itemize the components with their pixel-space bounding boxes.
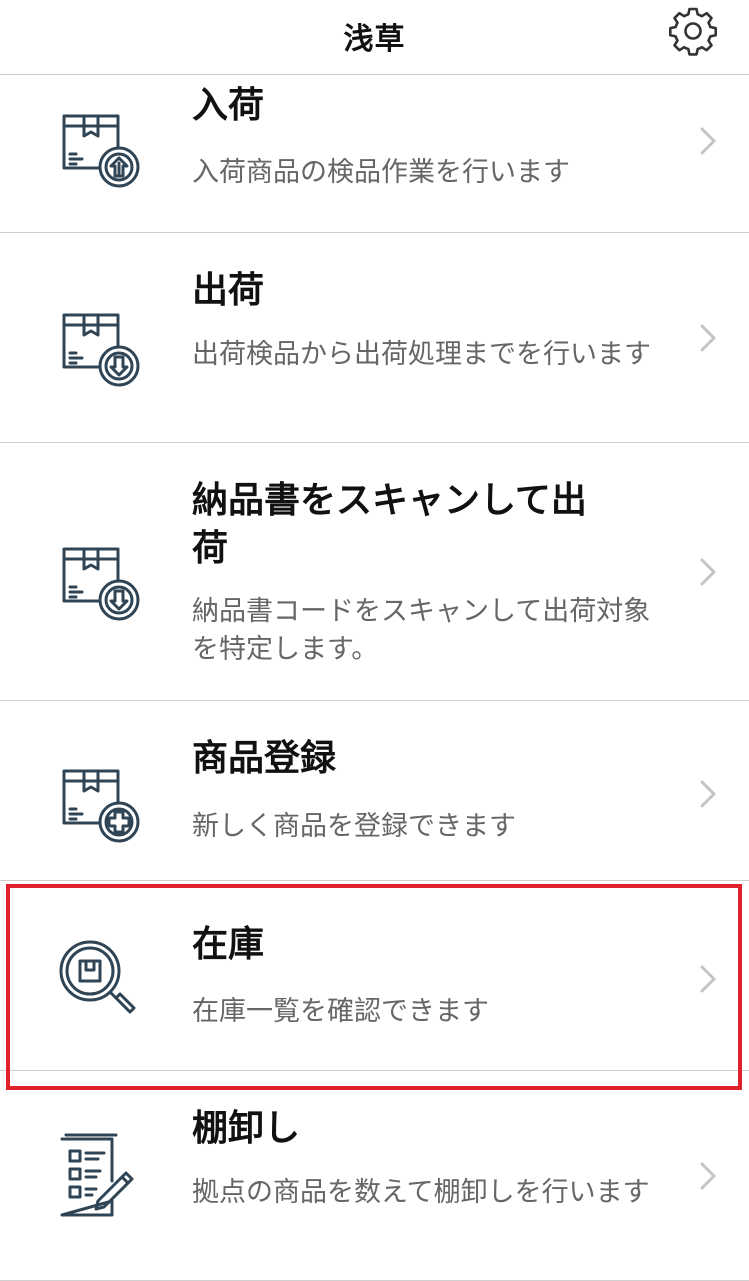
menu-item-description: 拠点の商品を数えて棚卸しを行います bbox=[192, 1177, 650, 1208]
menu-item-scan-invoice-shipping[interactable]: 納品書をスキャンして出荷 納品書コードをスキャンして出荷対象を特定します。 bbox=[0, 443, 749, 701]
menu-item-description: 納品書コードをスキャンして出荷対象を特定します。 bbox=[192, 596, 651, 665]
page-title: 浅草 bbox=[343, 22, 406, 57]
magnifier-box-icon bbox=[59, 940, 136, 1014]
menu-item-title: 商品登録 bbox=[192, 738, 337, 779]
chevron-right-icon bbox=[700, 1162, 716, 1190]
app-screen: 浅草 入荷 入荷商品の検品作業を行います 出荷 出荷検品から出荷処理までを行いま… bbox=[0, 0, 749, 1281]
chevron-right-icon bbox=[700, 780, 716, 808]
chevron-right-icon bbox=[700, 324, 716, 352]
menu-item-description: 出荷検品から出荷処理までを行います bbox=[192, 339, 651, 370]
box-arrow-down-icon bbox=[62, 547, 140, 621]
menu-item-product-registration[interactable]: 商品登録 新しく商品を登録できます bbox=[0, 701, 749, 881]
chevron-right-icon bbox=[700, 558, 716, 586]
header-bar: 浅草 bbox=[0, 0, 749, 75]
menu-item-description: 入荷商品の検品作業を行います bbox=[192, 157, 570, 188]
menu-item-description: 在庫一覧を確認できます bbox=[192, 996, 489, 1027]
box-arrow-up-icon bbox=[62, 114, 140, 188]
menu-item-title: 納品書をスキャンして出荷 bbox=[192, 480, 587, 569]
chevron-right-icon bbox=[700, 965, 716, 993]
menu-item-title: 出荷 bbox=[192, 270, 265, 311]
box-arrow-down-icon bbox=[62, 313, 140, 387]
menu-item-shipping[interactable]: 出荷 出荷検品から出荷処理までを行います bbox=[0, 233, 749, 443]
menu-item-receiving[interactable]: 入荷 入荷商品の検品作業を行います bbox=[0, 76, 749, 233]
menu-item-stocktaking[interactable]: 棚卸し 拠点の商品を数えて棚卸しを行います bbox=[0, 1071, 749, 1281]
menu-item-description: 新しく商品を登録できます bbox=[192, 811, 516, 842]
chevron-right-icon bbox=[700, 127, 716, 155]
menu-item-title: 棚卸し bbox=[192, 1108, 301, 1149]
checklist-pencil-icon bbox=[60, 1133, 134, 1217]
box-plus-icon bbox=[62, 769, 140, 843]
gear-icon[interactable] bbox=[667, 5, 719, 57]
menu-item-title: 在庫 bbox=[192, 924, 265, 965]
menu-item-title: 入荷 bbox=[192, 85, 265, 126]
menu-item-inventory[interactable]: 在庫 在庫一覧を確認できます bbox=[0, 881, 749, 1071]
